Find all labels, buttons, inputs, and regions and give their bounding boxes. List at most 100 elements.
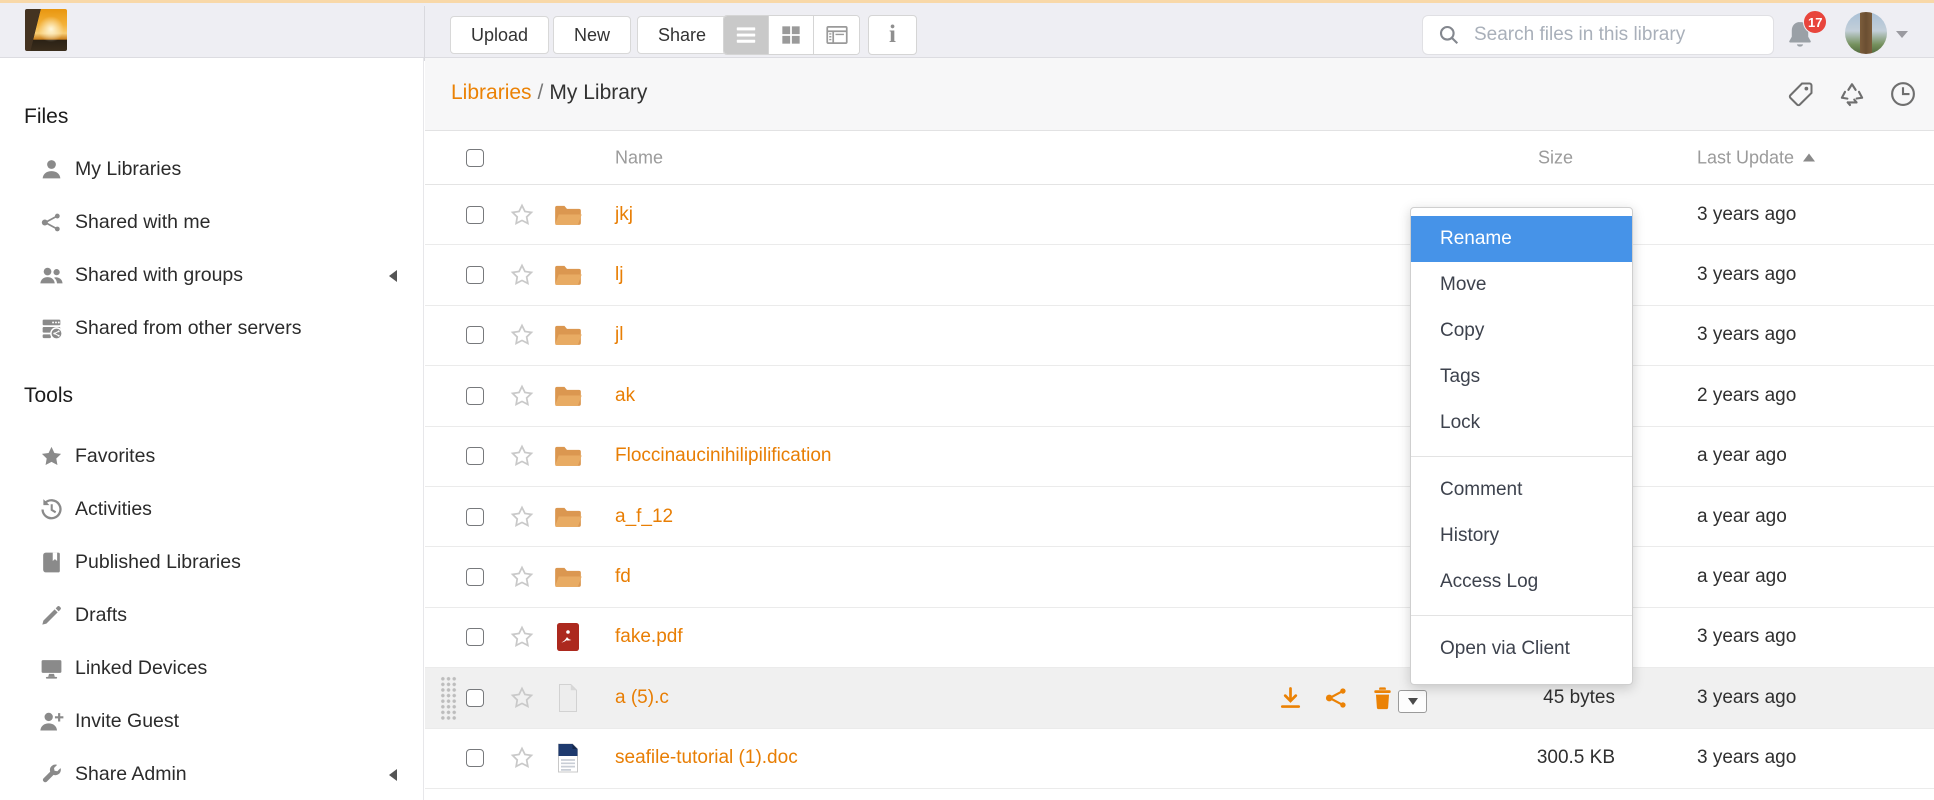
sidebar-item-favorites[interactable]: Favorites xyxy=(0,430,423,483)
file-name-link[interactable]: jkj xyxy=(615,204,633,226)
star-outline-icon[interactable] xyxy=(509,504,535,530)
row-checkbox[interactable] xyxy=(466,508,484,526)
history-button[interactable] xyxy=(1887,78,1918,109)
info-button[interactable]: i xyxy=(868,15,917,55)
more-actions-dropdown-button[interactable] xyxy=(1398,690,1427,713)
table-row[interactable]: fake.pdf3 years ago xyxy=(425,608,1934,668)
select-all-checkbox[interactable] xyxy=(466,149,484,167)
menu-item-access-log[interactable]: Access Log xyxy=(1411,559,1632,605)
star-outline-icon[interactable] xyxy=(509,685,535,711)
star-outline-icon[interactable] xyxy=(509,383,535,409)
file-name-link[interactable]: a (5).c xyxy=(615,687,669,709)
file-name-link[interactable]: Floccinaucinihilipilification xyxy=(615,445,832,467)
drag-handle[interactable] xyxy=(440,676,457,721)
file-name-link[interactable]: a_f_12 xyxy=(615,506,673,528)
app-header: Upload New Share i 17 xyxy=(0,3,1934,58)
menu-item-copy[interactable]: Copy xyxy=(1411,308,1632,354)
new-button[interactable]: New xyxy=(553,16,631,54)
star-outline-icon[interactable] xyxy=(509,624,535,650)
file-name-link[interactable]: jl xyxy=(615,324,623,346)
menu-item-open-via-client[interactable]: Open via Client xyxy=(1411,626,1632,672)
share-button[interactable]: Share xyxy=(637,16,727,54)
star-outline-icon[interactable] xyxy=(509,564,535,590)
table-row[interactable]: Floccinaucinihilipilification a year ago xyxy=(425,427,1934,487)
last-update: a year ago xyxy=(1697,445,1787,467)
table-row[interactable]: ak2 years ago xyxy=(425,366,1934,426)
star-outline-icon[interactable] xyxy=(509,202,535,228)
row-checkbox[interactable] xyxy=(466,326,484,344)
search-input[interactable] xyxy=(1461,16,1773,54)
star-outline-icon[interactable] xyxy=(509,322,535,348)
row-checkbox[interactable] xyxy=(466,749,484,767)
caret-left-icon[interactable] xyxy=(389,270,397,282)
menu-item-comment[interactable]: Comment xyxy=(1411,467,1632,513)
star-outline-icon[interactable] xyxy=(509,745,535,771)
clock-icon xyxy=(1888,79,1918,109)
sidebar-item-label: Shared from other servers xyxy=(75,317,302,340)
row-checkbox[interactable] xyxy=(466,206,484,224)
menu-item-lock[interactable]: Lock xyxy=(1411,400,1632,446)
row-checkbox[interactable] xyxy=(466,447,484,465)
trash-button[interactable] xyxy=(1836,78,1867,109)
menu-item-history[interactable]: History xyxy=(1411,513,1632,559)
column-header-size[interactable]: Size xyxy=(1538,147,1573,168)
file-name-link[interactable]: ak xyxy=(615,385,635,407)
file-name-link[interactable]: fd xyxy=(615,566,631,588)
sidebar-item-invite-guest[interactable]: Invite Guest xyxy=(0,695,423,748)
file-name-link[interactable]: seafile-tutorial (1).doc xyxy=(615,747,798,769)
table-row[interactable]: seafile-tutorial (1).doc300.5 KB3 years … xyxy=(425,729,1934,789)
menu-item-rename[interactable]: Rename xyxy=(1411,216,1632,262)
sidebar-item-my-libraries[interactable]: My Libraries xyxy=(0,143,423,196)
grid-view-button[interactable] xyxy=(769,16,814,54)
row-checkbox[interactable] xyxy=(466,628,484,646)
star-outline-icon[interactable] xyxy=(509,443,535,469)
app-logo[interactable] xyxy=(25,9,67,51)
column-header-name[interactable]: Name xyxy=(615,147,663,168)
tags-button[interactable] xyxy=(1785,78,1816,109)
list-view-button[interactable] xyxy=(724,16,769,54)
menu-item-tags[interactable]: Tags xyxy=(1411,354,1632,400)
upload-button[interactable]: Upload xyxy=(450,16,549,54)
table-row[interactable]: jkj3 years ago xyxy=(425,185,1934,245)
seafile-app: Upload New Share i 17 FilesMy LibrariesS… xyxy=(0,0,1934,800)
table-row[interactable]: lj 3 years ago xyxy=(425,245,1934,305)
sidebar-item-activities[interactable]: Activities xyxy=(0,483,423,536)
breadcrumb: Libraries/My Library xyxy=(451,81,647,105)
list-view-icon xyxy=(733,22,759,48)
sidebar-item-shared-from-other-servers[interactable]: Shared from other servers xyxy=(0,302,423,355)
avatar[interactable] xyxy=(1845,12,1887,54)
pdf-icon xyxy=(553,622,583,652)
table-row[interactable]: a (5).c45 bytes3 years ago xyxy=(425,668,1934,728)
table-row[interactable]: fd a year ago xyxy=(425,547,1934,607)
sidebar-heading-tools: Tools xyxy=(24,383,423,409)
last-update: 3 years ago xyxy=(1697,324,1796,346)
table-row[interactable]: a_f_12a year ago xyxy=(425,487,1934,547)
column-header-last-update[interactable]: Last Update xyxy=(1697,147,1815,168)
row-checkbox[interactable] xyxy=(466,689,484,707)
last-update: a year ago xyxy=(1697,566,1787,588)
sidebar-item-published-libraries[interactable]: Published Libraries xyxy=(0,536,423,589)
detail-view-button[interactable] xyxy=(814,16,859,54)
row-checkbox[interactable] xyxy=(466,568,484,586)
menu-item-move[interactable]: Move xyxy=(1411,262,1632,308)
sidebar-item-shared-with-me[interactable]: Shared with me xyxy=(0,196,423,249)
file-name-link[interactable]: fake.pdf xyxy=(615,626,683,648)
notifications-button[interactable]: 17 xyxy=(1783,14,1829,56)
sidebar-item-shared-with-groups[interactable]: Shared with groups xyxy=(0,249,423,302)
breadcrumb-libraries-link[interactable]: Libraries xyxy=(451,81,532,104)
download-button[interactable] xyxy=(1277,684,1304,711)
sidebar-item-share-admin[interactable]: Share Admin xyxy=(0,748,423,800)
file-table-body: jkj3 years ago lj 3 years ago jl 3 years ago… xyxy=(425,185,1934,789)
sidebar-item-drafts[interactable]: Drafts xyxy=(0,589,423,642)
row-checkbox[interactable] xyxy=(466,266,484,284)
sidebar-item-linked-devices[interactable]: Linked Devices xyxy=(0,642,423,695)
avatar-caret-icon[interactable] xyxy=(1896,31,1908,38)
star-outline-icon[interactable] xyxy=(509,262,535,288)
file-name-link[interactable]: lj xyxy=(615,264,623,286)
share-button[interactable] xyxy=(1323,684,1350,711)
caret-left-icon[interactable] xyxy=(389,769,397,781)
notification-count-badge: 17 xyxy=(1803,10,1827,34)
row-checkbox[interactable] xyxy=(466,387,484,405)
table-row[interactable]: jl 3 years ago xyxy=(425,306,1934,366)
last-update: 3 years ago xyxy=(1697,264,1796,286)
